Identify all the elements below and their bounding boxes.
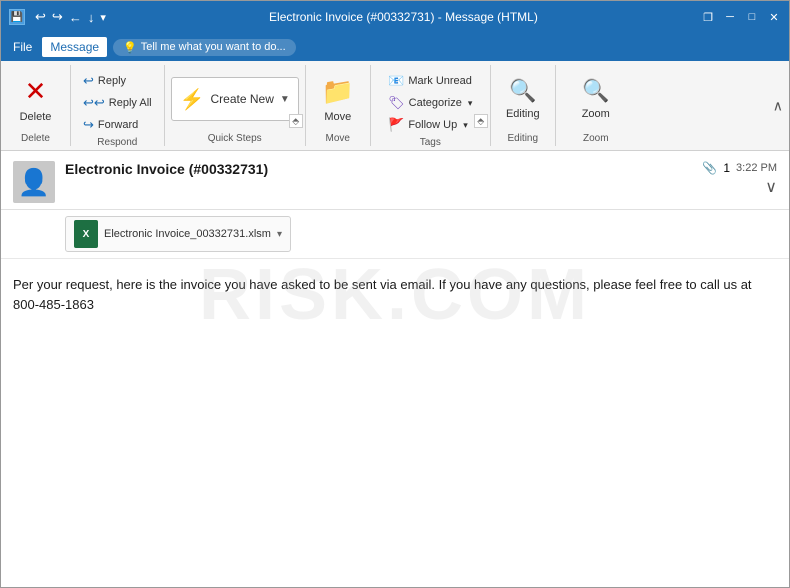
restore-btn[interactable]: ❐: [701, 10, 715, 24]
mark-unread-icon: 📧: [388, 73, 404, 89]
app-icon: 💾: [9, 9, 25, 25]
menu-bar: File Message 💡 Tell me what you want to …: [1, 33, 789, 61]
mark-unread-button[interactable]: 📧 Mark Unread: [382, 71, 478, 91]
email-header: 👤 Electronic Invoice (#00332731) 📎 1 3:2…: [1, 151, 789, 210]
reply-button[interactable]: ↩ Reply: [77, 71, 158, 91]
attachment-dropdown-arrow[interactable]: ▾: [277, 229, 282, 240]
paperclip-icon: 📎: [702, 161, 717, 175]
ribbon-group-editing: 🔍 Editing Editing: [491, 65, 556, 146]
arrow-down-btn[interactable]: ↓: [88, 10, 95, 25]
email-subject: Electronic Invoice (#00332731): [65, 161, 692, 177]
undo-btn[interactable]: ↩: [35, 9, 46, 25]
editing-group-label: Editing: [507, 131, 538, 144]
email-time: 3:22 PM: [736, 162, 777, 174]
email-right: 📎 1 3:22 PM ∨: [702, 161, 777, 197]
forward-icon: ↪: [83, 117, 94, 133]
minimize-btn[interactable]: ─: [723, 10, 737, 24]
ribbon-group-move: 📁 Move Move: [306, 65, 371, 146]
create-new-button[interactable]: ⚡ Create New ▼: [171, 77, 299, 121]
email-meta: Electronic Invoice (#00332731): [65, 161, 692, 177]
delete-group-label: Delete: [21, 131, 50, 144]
move-folder-icon: 📁: [322, 76, 354, 107]
lightning-icon: ⚡: [180, 87, 205, 112]
tags-expand-btn[interactable]: ⬘: [474, 114, 488, 128]
zoom-button[interactable]: 🔍 Zoom: [574, 70, 618, 128]
lightbulb-icon: 💡: [123, 41, 137, 54]
close-btn[interactable]: ✕: [767, 10, 781, 24]
respond-group-label: Respond: [97, 135, 137, 148]
ribbon: ✕ Delete Delete ↩ Reply ↩↩ Reply All ↪ F…: [1, 61, 789, 151]
redo-btn[interactable]: ↪: [52, 9, 63, 25]
editing-icon: 🔍: [509, 78, 536, 104]
menu-file[interactable]: File: [5, 37, 40, 57]
reply-all-button[interactable]: ↩↩ Reply All: [77, 93, 158, 113]
ribbon-group-tags: 📧 Mark Unread 🏷 Categorize ▾ 🚩 Follow Up…: [371, 65, 491, 146]
reply-icon: ↩: [83, 73, 94, 89]
ribbon-collapse-arrow[interactable]: ∧: [773, 97, 783, 114]
quicksteps-expand-btn[interactable]: ⬘: [289, 114, 303, 128]
categorize-button[interactable]: 🏷 Categorize ▾: [382, 93, 478, 113]
move-group-label: Move: [326, 131, 350, 144]
tags-group-label: Tags: [420, 135, 441, 148]
reply-all-icon: ↩↩: [83, 95, 105, 111]
zoom-icon: 🔍: [582, 78, 609, 104]
sender-avatar: 👤: [13, 161, 55, 203]
ribbon-group-delete: ✕ Delete Delete: [1, 65, 71, 146]
expand-button[interactable]: ∨: [765, 177, 777, 197]
person-icon: 👤: [18, 167, 50, 198]
ribbon-group-zoom: 🔍 Zoom Zoom: [556, 65, 636, 146]
tell-me-input[interactable]: 💡 Tell me what you want to do...: [113, 39, 296, 56]
categorize-icon: 🏷: [388, 95, 405, 111]
attachment-name: Electronic Invoice_00332731.xlsm: [104, 228, 271, 240]
email-area: 👤 Electronic Invoice (#00332731) 📎 1 3:2…: [1, 151, 789, 330]
menu-message[interactable]: Message: [42, 37, 107, 57]
attachment-chip[interactable]: X Electronic Invoice_00332731.xlsm ▾: [65, 216, 291, 252]
follow-up-button[interactable]: 🚩 Follow Up ▾: [382, 115, 478, 135]
zoom-group-label: Zoom: [583, 131, 609, 144]
window-title: Electronic Invoice (#00332731) - Message…: [106, 10, 701, 24]
maximize-btn[interactable]: □: [745, 10, 759, 24]
excel-icon: X: [74, 220, 98, 248]
ribbon-group-respond: ↩ Reply ↩↩ Reply All ↪ Forward Respond: [71, 65, 165, 146]
window-controls: ❐ ─ □ ✕: [701, 10, 781, 24]
delete-button[interactable]: ✕ Delete: [12, 70, 60, 128]
follow-up-icon: 🚩: [388, 117, 404, 133]
attachment-area: X Electronic Invoice_00332731.xlsm ▾: [1, 210, 789, 259]
dropdown-arrow: ▼: [280, 94, 290, 105]
email-body: Per your request, here is the invoice yo…: [1, 259, 789, 330]
editing-button[interactable]: 🔍 Editing: [498, 70, 548, 128]
attachment-count: 1: [723, 161, 730, 175]
quicksteps-group-label: Quick Steps: [208, 131, 262, 144]
delete-icon: ✕: [25, 76, 47, 107]
arrow-left-btn[interactable]: ←: [69, 10, 82, 25]
move-button[interactable]: 📁 Move: [314, 70, 362, 128]
email-body-text: Per your request, here is the invoice yo…: [13, 275, 777, 314]
title-bar-left: 💾 ↩ ↪ ← ↓ ▾: [9, 9, 106, 25]
title-bar: 💾 ↩ ↪ ← ↓ ▾ Electronic Invoice (#0033273…: [1, 1, 789, 33]
ribbon-group-quicksteps: ⚡ Create New ▼ ⬘ Quick Steps: [165, 65, 306, 146]
forward-button[interactable]: ↪ Forward: [77, 115, 158, 135]
